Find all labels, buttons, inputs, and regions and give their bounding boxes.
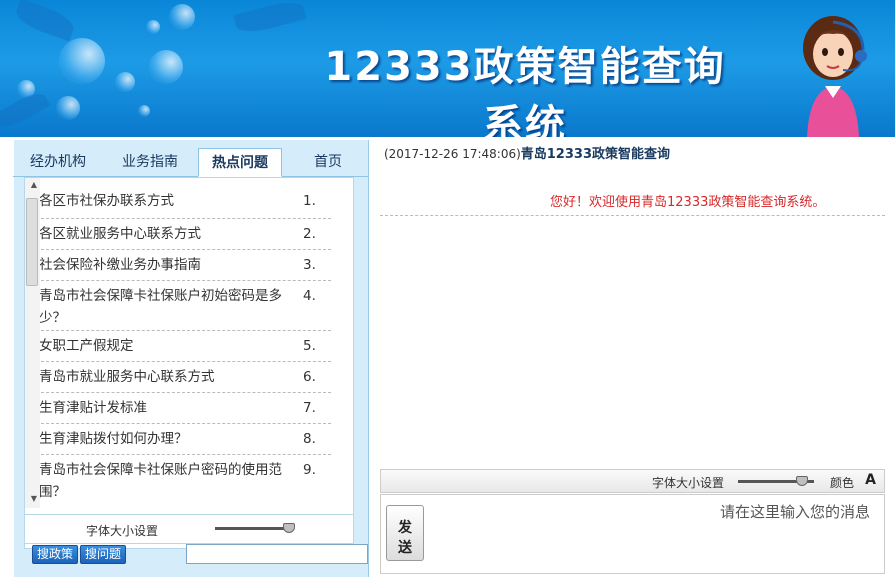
list-item[interactable]: 8. 生育津贴拨付如何办理？ [39,424,331,455]
navigation-panel: 首页 热点问题 业务指南 经办机构 1. 各区市社保办联系方式 2. 各区就业服… [13,140,369,577]
bubble-decoration [59,38,105,84]
bubble-decoration [149,50,183,84]
scroll-down-arrow-icon[interactable]: ▼ [31,494,37,503]
font-size-slider-track[interactable] [215,527,291,530]
message-placeholder: 请在这里输入您的消息 [719,503,870,521]
search-bar: 搜问题 搜政策 [13,544,368,572]
bubble-decoration [115,72,135,92]
welcome-message: 您好！欢迎使用青岛12333政策智能查询系统。 [550,195,826,210]
chat-area: (2017-12-26 17:48:06)青岛12333政策智能查询 您好！欢迎… [371,140,895,577]
scroll-thumb[interactable] [26,198,38,286]
tab-business-guide[interactable]: 业务指南 [108,148,192,177]
tab-home[interactable]: 首页 [296,148,360,177]
system-title: 12333政策智能查询系统 [324,44,726,137]
message-divider [380,215,885,216]
scroll-up-arrow-icon[interactable]: ▲ [31,180,37,189]
list-item[interactable]: 5. 女职工产假规定 [39,331,331,362]
leaf-decoration [233,0,307,37]
bubble-decoration [146,20,160,34]
chat-font-size-slider-knob[interactable] [796,476,808,486]
chat-title: 青岛12333政策智能查询 [520,147,671,162]
color-label[interactable]: 颜色 [830,474,854,491]
header-banner: 12333政策智能查询系统 [0,0,895,137]
list-item[interactable]: 9. 青岛市社会保障卡社保账户密码的使用范围？ [39,455,331,505]
chat-toolbar: A 颜色 字体大小设置 [380,469,885,493]
list-scrollbar[interactable]: ▲ ▼ [24,178,40,508]
font-size-label: 字体大小设置 [85,524,158,538]
tab-hot-questions[interactable]: 热点问题 [198,148,282,177]
tab-agencies[interactable]: 经办机构 [18,148,98,177]
list-item[interactable]: 7. 生育津贴计发标准 [39,393,331,424]
bubble-decoration [56,96,80,120]
list-item[interactable]: 1. 各区市社保办联系方式 [39,186,331,219]
message-input[interactable]: 请在这里输入您的消息 发送 [380,494,885,574]
list-item[interactable]: 2. 各区就业服务中心联系方式 [39,219,331,250]
list-item[interactable]: 6. 青岛市就业服务中心联系方式 [39,362,331,393]
chat-timestamp: (2017-12-26 17:48:06) [384,147,521,161]
chat-font-size-label: 字体大小设置 [651,476,724,490]
font-size-slider-knob[interactable] [283,523,295,533]
message-list: 您好！欢迎使用青岛12333政策智能查询系统。 [380,167,885,467]
assistant-avatar-image [803,16,867,137]
bubble-decoration [138,105,150,117]
nav-tabs: 首页 热点问题 业务指南 经办机构 [13,144,368,177]
list-item[interactable]: 4. 青岛市社会保障卡社保账户初始密码是多少？ [39,281,331,331]
list-item[interactable]: 3. 社会保险补缴业务办事指南 [39,250,331,281]
search-input[interactable] [186,544,368,564]
search-question-button[interactable]: 搜问题 [79,545,126,564]
bubble-decoration [169,4,195,30]
search-policy-button[interactable]: 搜政策 [31,545,78,564]
color-icon[interactable]: A [865,472,876,488]
nav-font-size-bar: 字体大小设置 [24,514,354,544]
chat-header: (2017-12-26 17:48:06)青岛12333政策智能查询 [380,143,885,167]
hot-questions-list: 1. 各区市社保办联系方式 2. 各区就业服务中心联系方式 3. 社会保险补缴业… [24,177,354,549]
leaf-decoration [12,0,78,42]
send-button[interactable]: 发送 [386,505,424,561]
